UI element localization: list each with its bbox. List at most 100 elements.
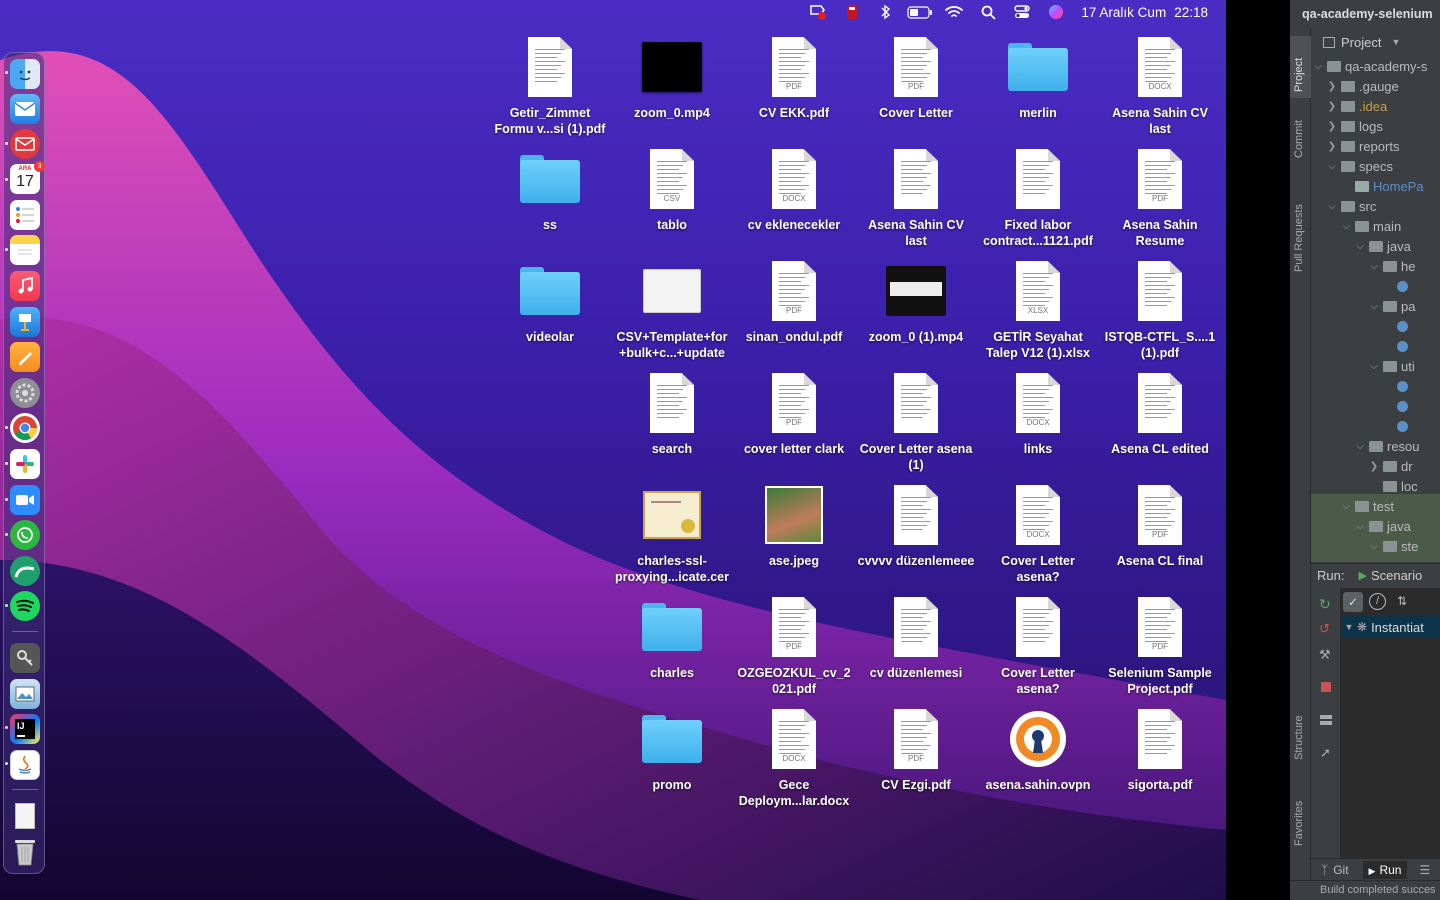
desktop-file-cv-eklenecekler[interactable]: DOCX cv eklenecekler — [733, 146, 855, 233]
system-preferences-icon[interactable] — [10, 378, 40, 408]
documents-stack-icon[interactable] — [10, 801, 40, 831]
desktop-file-csv-template-for-bulk-c-update[interactable]: CSV+Template+for +bulk+c...+update — [611, 258, 733, 361]
chevron-right-icon[interactable]: ❯ — [1325, 81, 1339, 92]
intellij-idea-icon[interactable]: IJ — [10, 714, 40, 744]
java-icon[interactable] — [10, 750, 40, 780]
desktop-file-asena-sahin-cv-last[interactable]: Asena Sahin CV last — [855, 146, 977, 249]
show-passed-toggle[interactable]: ✓ — [1343, 592, 1363, 612]
tree-row[interactable]: ⌵ java — [1311, 236, 1440, 256]
pin-icon[interactable]: ➚ — [1320, 745, 1331, 761]
whatsapp-icon[interactable] — [10, 520, 40, 550]
desktop-file-cover-letter-asena[interactable]: DOCX Cover Letter asena? — [977, 482, 1099, 585]
keynote-icon[interactable] — [10, 307, 40, 337]
pages-icon[interactable] — [10, 342, 40, 372]
siri-icon[interactable] — [1039, 0, 1073, 24]
desktop-file-getir-zimmet-formu-v-si-1-pdf[interactable]: Getir_Zimmet Formu v...si (1).pdf — [489, 34, 611, 137]
desktop-file-sinan-ondul-pdf[interactable]: PDF sinan_ondul.pdf — [733, 258, 855, 345]
tree-row[interactable]: ⌵ java — [1311, 516, 1440, 536]
bluetooth-icon[interactable] — [869, 0, 903, 24]
desktop-file-zoom-0-1-mp4[interactable]: zoom_0 (1).mp4 — [855, 258, 977, 345]
antivirus-badge-icon[interactable] — [801, 0, 835, 24]
spotify-icon[interactable] — [10, 591, 40, 621]
notes-icon[interactable] — [10, 235, 40, 265]
music-icon[interactable] — [10, 271, 40, 301]
chevron-down-icon[interactable]: ⌵ — [1339, 221, 1353, 232]
tree-row[interactable]: ⌵ he — [1311, 256, 1440, 276]
desktop-file-links[interactable]: DOCX links — [977, 370, 1099, 457]
red-app-icon[interactable] — [835, 0, 869, 24]
chevron-down-icon[interactable]: ⌵ — [1353, 241, 1367, 252]
tree-row[interactable] — [1311, 416, 1440, 436]
desktop-file-ozgeozkul-cv-2-021-pdf[interactable]: PDF OZGEOZKUL_cv_2 021.pdf — [733, 594, 855, 697]
desktop-file-cover-letter-asena[interactable]: Cover Letter asena? — [977, 594, 1099, 697]
spotlight-search-icon[interactable] — [971, 0, 1005, 24]
preview-icon[interactable] — [10, 679, 40, 709]
todo-list-icon[interactable]: ☰ — [1419, 863, 1430, 877]
desktop-file-promo[interactable]: promo — [611, 706, 733, 793]
sort-icon[interactable]: ⇅ — [1397, 594, 1407, 608]
desktop-file-cv-ezgi-pdf[interactable]: PDF CV Ezgi.pdf — [855, 706, 977, 793]
slack-icon[interactable] — [10, 449, 40, 479]
tree-row[interactable]: ⌵ src — [1311, 196, 1440, 216]
battery-icon[interactable] — [903, 0, 937, 24]
desktop-file-geti-r-seyahat-talep-v12-1-xlsx[interactable]: XLSX GETİR Seyahat Talep V12 (1).xlsx — [977, 258, 1099, 361]
zoom-icon[interactable] — [10, 485, 40, 515]
trash-icon[interactable] — [10, 837, 40, 867]
chevron-down-icon[interactable]: ⌵ — [1339, 501, 1353, 512]
keychain-access-icon[interactable] — [10, 643, 40, 673]
desktop-file-cover-letter-asena-1[interactable]: Cover Letter asena (1) — [855, 370, 977, 473]
tree-row[interactable]: ❯ logs — [1311, 116, 1440, 136]
tab-git[interactable]: ᛉ Git — [1321, 863, 1349, 877]
rerun-failed-icon[interactable]: ↺ — [1319, 621, 1330, 637]
chevron-down-icon[interactable]: ⌵ — [1325, 161, 1339, 172]
tree-row[interactable]: ⌵ specs — [1311, 156, 1440, 176]
run-config-tab[interactable]: Scenario — [1371, 568, 1422, 583]
tree-row[interactable] — [1311, 276, 1440, 296]
tab-commit[interactable]: Commit — [1290, 106, 1311, 164]
desktop-file-cv-ekk-pdf[interactable]: PDF CV EKK.pdf — [733, 34, 855, 121]
desktop-file-gece-deploym-lar-docx[interactable]: DOCX Gece Deploym...lar.docx — [733, 706, 855, 809]
desktop-file-zoom-0-mp4[interactable]: zoom_0.mp4 — [611, 34, 733, 121]
desktop-file-charles[interactable]: charles — [611, 594, 733, 681]
desktop-file-asena-sahin-ovpn[interactable]: asena.sahin.ovpn — [977, 706, 1099, 793]
desktop-file-asena-sahin-cv-last[interactable]: DOCX Asena Sahin CV last — [1099, 34, 1221, 137]
tableplus-icon[interactable] — [10, 556, 40, 586]
tab-favorites[interactable]: Favorites — [1290, 780, 1311, 850]
chrome-icon[interactable] — [10, 413, 40, 443]
tab-run[interactable]: ▶ Run — [1362, 860, 1408, 879]
layout-icon[interactable] — [1320, 715, 1332, 725]
chevron-down-icon[interactable]: ⌵ — [1311, 61, 1325, 72]
wifi-icon[interactable] — [937, 0, 971, 24]
desktop-file-cover-letter-clark[interactable]: PDF cover letter clark — [733, 370, 855, 457]
tree-row[interactable]: ⌵ ste — [1311, 536, 1440, 556]
desktop-file-asena-cl-edited[interactable]: Asena CL edited — [1099, 370, 1221, 457]
desktop-file-charles-ssl-proxying-icate-cer[interactable]: charles-ssl-proxying...icate.cer — [611, 482, 733, 585]
tree-row[interactable]: ❯ .idea — [1311, 96, 1440, 116]
control-center-icon[interactable] — [1005, 0, 1039, 24]
reminders-icon[interactable] — [10, 200, 40, 230]
chevron-down-icon[interactable]: ⌵ — [1367, 261, 1381, 272]
tree-row[interactable] — [1311, 376, 1440, 396]
desktop-file-cvvvv-d-zenlemeee[interactable]: cvvvv düzenlemeee — [855, 482, 977, 569]
desktop-file-asena-sahin-resume[interactable]: PDF Asena Sahin Resume — [1099, 146, 1221, 249]
desktop-file-tablo[interactable]: CSV tablo — [611, 146, 733, 233]
chevron-down-icon[interactable]: ⌵ — [1353, 521, 1367, 532]
tree-row[interactable]: loc — [1311, 476, 1440, 496]
tree-row[interactable] — [1311, 316, 1440, 336]
settings-wrench-icon[interactable]: ⚒ — [1319, 647, 1331, 663]
mail-icon[interactable] — [10, 94, 40, 124]
menu-bar-clock[interactable]: 17 Aralık Cum 22:18 — [1081, 5, 1208, 20]
tree-row[interactable]: HomePa — [1311, 176, 1440, 196]
desktop-file-sigorta-pdf[interactable]: sigorta.pdf — [1099, 706, 1221, 793]
finder-icon[interactable] — [10, 59, 40, 89]
desktop-file-asena-cl-final[interactable]: PDF Asena CL final — [1099, 482, 1221, 569]
desktop-file-ase-jpeg[interactable]: ase.jpeg — [733, 482, 855, 569]
tree-row[interactable]: ⌵ main — [1311, 216, 1440, 236]
tab-project[interactable]: Project — [1290, 36, 1311, 98]
chevron-right-icon[interactable]: ❯ — [1325, 101, 1339, 112]
tab-structure[interactable]: Structure — [1290, 694, 1311, 764]
chevron-down-icon[interactable]: ⌵ — [1353, 441, 1367, 452]
chevron-right-icon[interactable]: ❯ — [1325, 141, 1339, 152]
tree-row[interactable] — [1311, 336, 1440, 356]
desktop-file-videolar[interactable]: videolar — [489, 258, 611, 345]
